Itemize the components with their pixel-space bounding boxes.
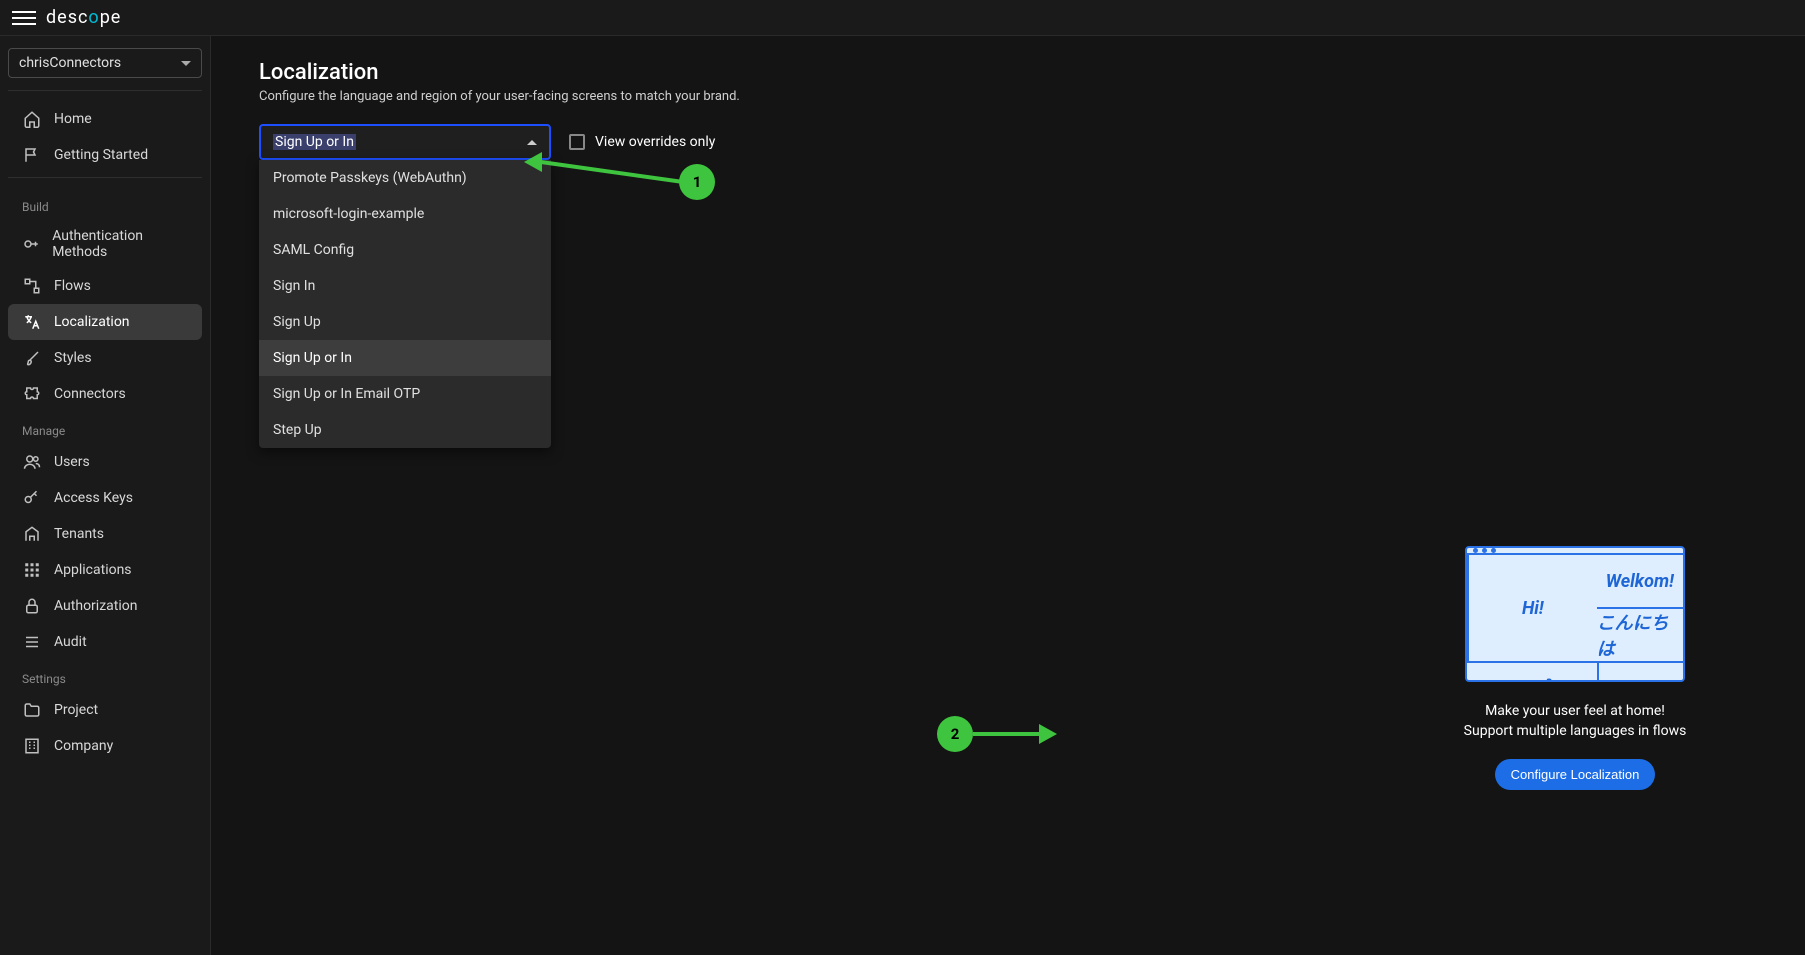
building-icon [22,524,42,544]
annotation-badge-2: 2 [937,716,973,752]
lock-icon [22,596,42,616]
project-selector[interactable]: chrisConnectors [8,48,202,78]
key-icon [22,234,40,254]
divider [8,177,202,178]
arrow-head-icon [1039,724,1057,744]
dropdown-option[interactable]: Sign Up [259,304,551,340]
sidebar-section-build: Build [8,188,202,220]
folder-icon [22,700,42,720]
sidebar-item-label: Connectors [54,386,126,402]
promo-card: Welkom! Hi! こんにちは नमस्ते olá Make your u… [1405,546,1745,790]
apps-icon [22,560,42,580]
promo-word: こんにちは [1597,607,1683,661]
promo-word: Welkom! [1597,553,1683,607]
page-title: Localization [259,60,1757,85]
view-overrides-checkbox[interactable]: View overrides only [569,134,715,150]
dropdown-option[interactable]: SAML Config [259,232,551,268]
checkbox-label: View overrides only [595,134,715,150]
sidebar-item-tenants[interactable]: Tenants [8,516,202,552]
sidebar-item-label: Authorization [54,598,137,614]
sidebar-item-auth-methods[interactable]: Authentication Methods [8,220,202,268]
office-icon [22,736,42,756]
sidebar-item-users[interactable]: Users [8,444,202,480]
sidebar-item-label: Project [54,702,98,718]
sidebar-item-connectors[interactable]: Connectors [8,376,202,412]
dropdown-option[interactable]: Promote Passkeys (WebAuthn) [259,160,551,196]
flag-icon [22,145,42,165]
sidebar-item-label: Flows [54,278,91,294]
dropdown-option[interactable]: Sign In [259,268,551,304]
sidebar-item-project[interactable]: Project [8,692,202,728]
promo-word: Hi! [1467,553,1597,661]
sidebar-item-label: Audit [54,634,87,650]
chevron-up-icon [527,140,537,145]
users-icon [22,452,42,472]
sidebar-item-label: Applications [54,562,132,578]
promo-word: olá [1597,661,1683,682]
translate-icon [22,312,42,332]
sidebar: chrisConnectors Home Getting Started Buil… [0,36,211,955]
dropdown-option[interactable]: Sign Up or In Email OTP [259,376,551,412]
sidebar-item-audit[interactable]: Audit [8,624,202,660]
sidebar-section-settings: Settings [8,660,202,692]
sidebar-item-label: Styles [54,350,92,366]
sidebar-item-authorization[interactable]: Authorization [8,588,202,624]
keyring-icon [22,488,42,508]
dropdown-option[interactable]: microsoft-login-example [259,196,551,232]
sidebar-item-flows[interactable]: Flows [8,268,202,304]
flow-icon [22,276,42,296]
sidebar-item-label: Users [54,454,90,470]
puzzle-icon [22,384,42,404]
dropdown-option[interactable]: Sign Up or In [259,340,551,376]
promo-word: नमस्ते [1467,661,1597,682]
divider [8,90,202,91]
flow-select[interactable]: Sign Up or In [259,124,551,160]
home-icon [22,109,42,129]
chevron-down-icon [181,61,191,66]
sidebar-item-getting-started[interactable]: Getting Started [8,137,202,173]
sidebar-item-label: Getting Started [54,147,148,163]
arrow-head-icon [524,152,542,172]
sidebar-item-styles[interactable]: Styles [8,340,202,376]
promo-text: Make your user feel at home! Support mul… [1464,702,1687,741]
sidebar-item-label: Company [54,738,113,754]
sidebar-item-label: Tenants [54,526,104,542]
sidebar-item-home[interactable]: Home [8,101,202,137]
sidebar-item-localization[interactable]: Localization [8,304,202,340]
configure-localization-button[interactable]: Configure Localization [1495,759,1656,790]
sidebar-item-access-keys[interactable]: Access Keys [8,480,202,516]
sidebar-section-manage: Manage [8,412,202,444]
topbar: descope [0,0,1805,36]
sidebar-item-label: Access Keys [54,490,133,506]
sidebar-item-company[interactable]: Company [8,728,202,764]
promo-illustration: Welkom! Hi! こんにちは नमस्ते olá [1465,546,1685,682]
annotation-arrow [973,732,1043,736]
flow-dropdown: Promote Passkeys (WebAuthn)microsoft-log… [259,160,551,448]
sidebar-item-label: Home [54,111,92,127]
brush-icon [22,348,42,368]
project-name: chrisConnectors [19,55,121,71]
dropdown-option[interactable]: Step Up [259,412,551,448]
page-subtitle: Configure the language and region of you… [259,89,1757,104]
sidebar-item-label: Authentication Methods [52,228,188,260]
checkbox-icon [569,134,585,150]
hamburger-menu-button[interactable] [12,6,36,30]
sidebar-item-label: Localization [54,314,130,330]
list-icon [22,632,42,652]
brand-logo: descope [46,7,121,28]
flow-select-value: Sign Up or In [273,134,356,150]
sidebar-item-applications[interactable]: Applications [8,552,202,588]
annotation-badge-1: 1 [679,164,715,200]
main-content: Localization Configure the language and … [211,36,1805,955]
annotation-arrow [541,160,680,183]
